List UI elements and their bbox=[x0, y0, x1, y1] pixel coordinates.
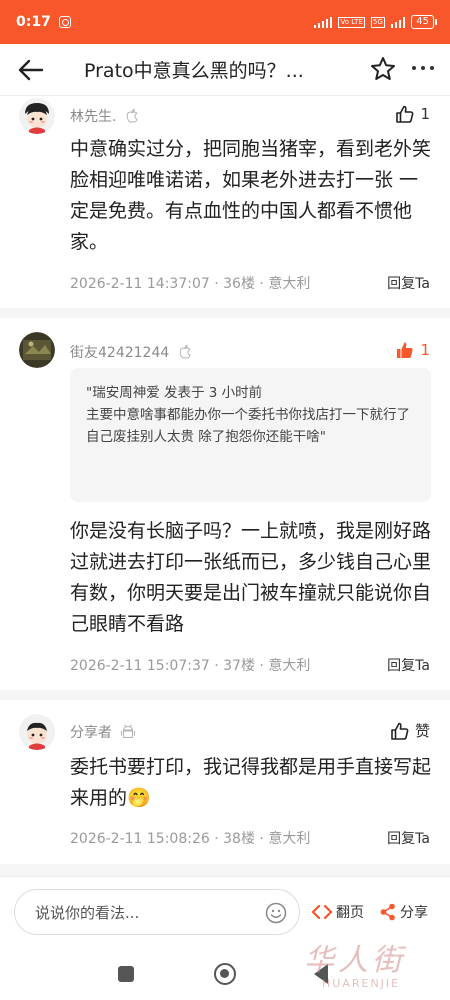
comment-date: 2026-2-11 15:08:26 bbox=[70, 831, 210, 847]
back-arrow-icon[interactable] bbox=[18, 58, 44, 82]
signal-icon-2 bbox=[390, 16, 406, 28]
flip-page-label: 翻页 bbox=[336, 905, 364, 921]
like-count: 1 bbox=[420, 341, 430, 359]
top-navbar: Prato中意真么黑的吗？... bbox=[0, 44, 450, 96]
divider bbox=[0, 690, 450, 700]
comment-text: 中意确实过分，把同胞当猪宰，看到老外笑脸相迎唯唯诺诺，如果老外进去打一张 一定是… bbox=[70, 138, 432, 253]
recent-apps-icon[interactable] bbox=[118, 966, 134, 982]
more-options-icon[interactable] bbox=[412, 66, 438, 72]
status-bar: 0:17 Vo LTE 5G 45 bbox=[0, 0, 450, 44]
comment-item: 街友42421244 1 "瑞安周神爱 发表于 3 小时前 主要中意啥事都能办你… bbox=[0, 318, 450, 690]
flip-page-button[interactable]: 翻页 bbox=[312, 902, 364, 922]
android-icon bbox=[120, 724, 136, 739]
comment-author[interactable]: 林先生. bbox=[70, 106, 140, 126]
like-button[interactable]: 1 bbox=[395, 104, 430, 124]
comment-location: 意大利 bbox=[268, 831, 311, 847]
share-button[interactable]: 分享 bbox=[380, 902, 428, 922]
like-label: 赞 bbox=[414, 722, 430, 740]
comment-floor: 37楼 bbox=[223, 658, 255, 674]
like-button[interactable]: 赞 bbox=[390, 720, 430, 741]
comment-meta: 2026-2-11 15:07:37 · 37楼 · 意大利 bbox=[70, 658, 311, 674]
user-avatar[interactable] bbox=[19, 332, 55, 368]
comment-item: 分享者 赞 委托书要打印，我记得我都是用手直接写起来用的🤭 2026-2-11 … bbox=[0, 700, 450, 864]
comment-input[interactable]: 说说你的看法... bbox=[14, 889, 300, 935]
comment-author[interactable]: 街友42421244 bbox=[70, 342, 193, 362]
author-name[interactable]: 分享者 bbox=[70, 722, 112, 742]
thumbs-up-icon bbox=[391, 722, 409, 740]
comment-location: 意大利 bbox=[268, 658, 311, 674]
divider bbox=[0, 308, 450, 318]
thumbs-up-icon bbox=[396, 105, 414, 123]
instagram-icon bbox=[58, 16, 71, 28]
status-time: 0:17 bbox=[16, 14, 51, 30]
apple-icon bbox=[127, 108, 139, 123]
reply-button[interactable]: 回复Ta bbox=[387, 273, 430, 293]
reply-button[interactable]: 回复Ta bbox=[387, 828, 430, 848]
comment-floor: 36楼 bbox=[223, 276, 255, 292]
comment-date: 2026-2-11 15:07:37 bbox=[70, 658, 210, 674]
comment-item: 林先生. 1 中意确实过分，把同胞当猪宰，看到老外笑脸相迎唯唯诺诺，如果老外进去… bbox=[0, 96, 450, 308]
comment-text: 委托书要打印，我记得我都是用手直接写起来用的🤭 bbox=[70, 756, 432, 809]
comment-date: 2026-2-11 14:37:07 bbox=[70, 276, 210, 292]
home-icon[interactable] bbox=[214, 963, 236, 985]
thumbs-up-filled-icon bbox=[397, 342, 414, 358]
watermark-logo: 华人街 HUARENJIE bbox=[296, 935, 446, 997]
flip-page-icon bbox=[312, 905, 332, 919]
emoji-icon[interactable] bbox=[265, 902, 287, 924]
watermark-en: HUARENJIE bbox=[322, 977, 401, 990]
quoted-reply: "瑞安周神爱 发表于 3 小时前 主要中意啥事都能办你一个委托书你找店打一下就行… bbox=[70, 368, 431, 502]
comment-meta: 2026-2-11 15:08:26 · 38楼 · 意大利 bbox=[70, 831, 311, 847]
apple-icon bbox=[179, 344, 192, 359]
comment-location: 意大利 bbox=[268, 276, 311, 292]
share-icon bbox=[380, 903, 395, 921]
battery-icon: 45 bbox=[411, 15, 437, 29]
watermark-cn: 华人街 bbox=[304, 943, 406, 978]
like-count: 1 bbox=[420, 105, 430, 123]
comment-text: 你是没有长脑子吗？一上就喷，我是刚好路过就进去打印一张纸而已，多少钱自己心里有数… bbox=[70, 520, 432, 635]
page-title: Prato中意真么黑的吗？... bbox=[84, 60, 304, 82]
author-name[interactable]: 街友42421244 bbox=[70, 342, 169, 362]
fiveg-badge: 5G bbox=[370, 16, 385, 28]
divider bbox=[0, 864, 450, 876]
comment-author[interactable]: 分享者 bbox=[70, 722, 136, 742]
comment-floor: 38楼 bbox=[223, 831, 255, 847]
like-button[interactable]: 1 bbox=[395, 340, 430, 360]
reply-button[interactable]: 回复Ta bbox=[387, 655, 430, 675]
comment-meta: 2026-2-11 14:37:07 · 36楼 · 意大利 bbox=[70, 276, 311, 292]
status-right: Vo LTE 5G 45 bbox=[313, 15, 437, 29]
user-avatar[interactable] bbox=[19, 98, 55, 134]
volte-badge: Vo LTE bbox=[338, 16, 365, 28]
share-label: 分享 bbox=[400, 905, 428, 921]
signal-icon bbox=[313, 16, 333, 28]
author-name[interactable]: 林先生. bbox=[70, 106, 116, 126]
comment-input-placeholder: 说说你的看法... bbox=[35, 903, 140, 922]
user-avatar[interactable] bbox=[19, 714, 55, 750]
favorite-star-icon[interactable] bbox=[370, 56, 396, 82]
